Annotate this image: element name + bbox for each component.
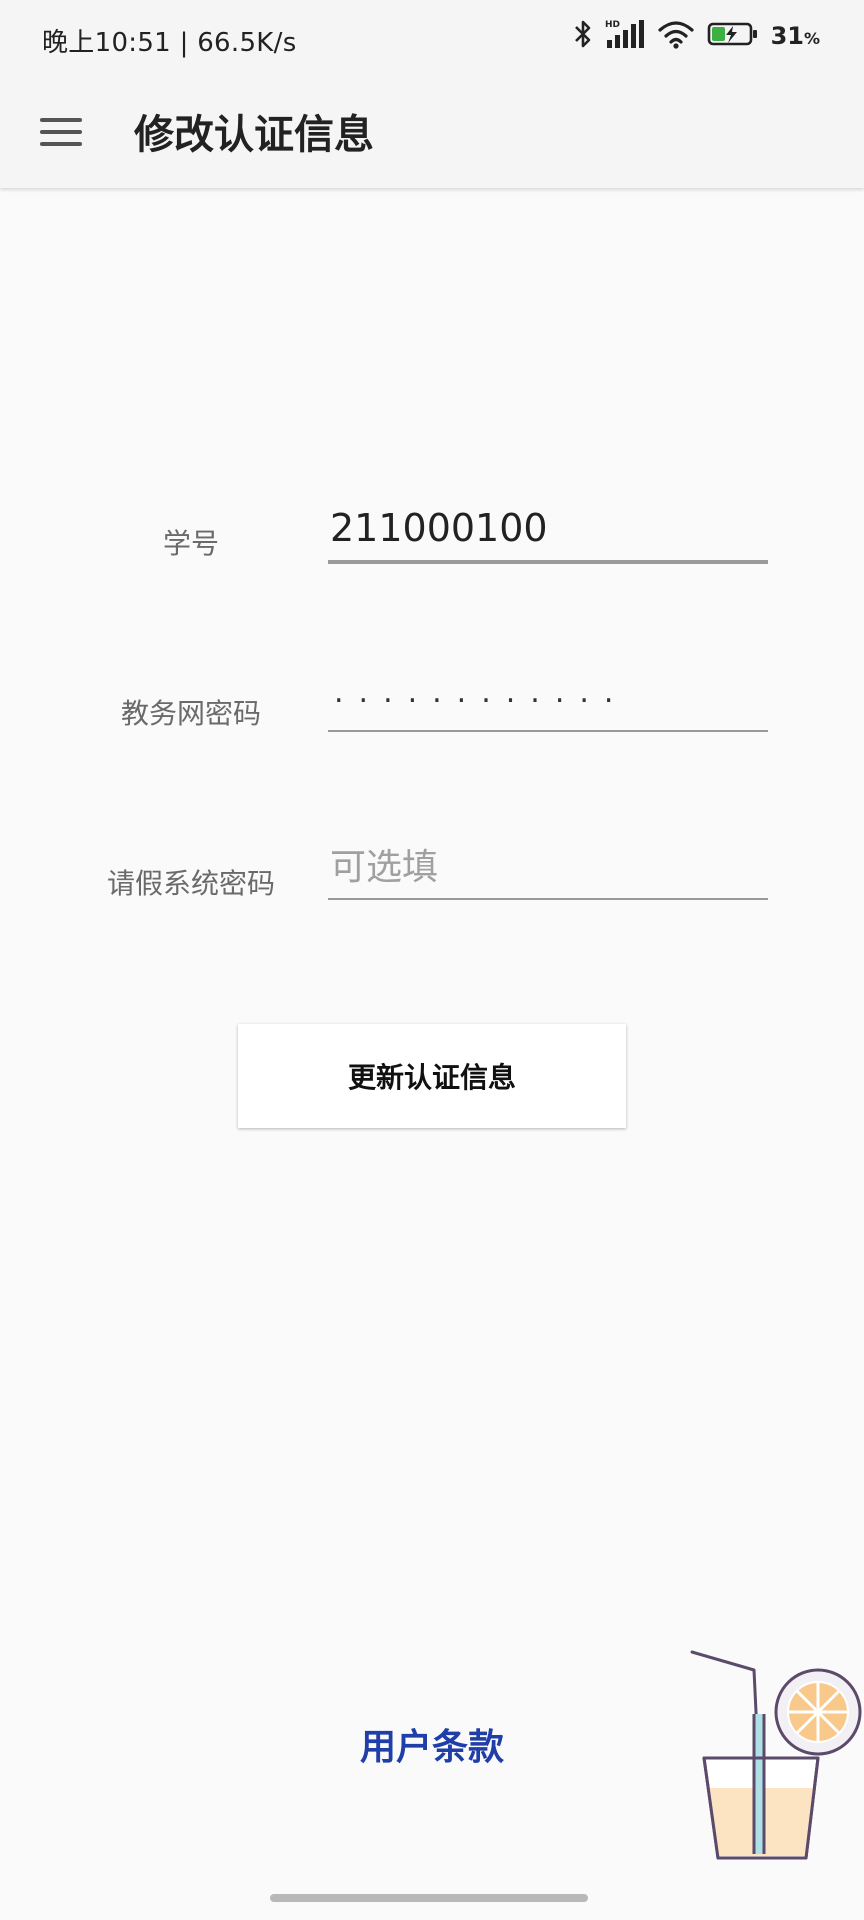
academic-password-label: 教务网密码 (120, 697, 261, 730)
battery-percent: 31% (771, 22, 820, 50)
leave-password-placeholder: 可选填 (330, 847, 439, 888)
student-id-row: 学号 211000100 (0, 496, 864, 576)
leave-password-input[interactable]: 可选填 (328, 834, 768, 900)
leave-password-label: 请假系统密码 (106, 867, 275, 900)
bluetooth-icon (573, 18, 593, 54)
battery-percent-value: 31 (770, 22, 804, 50)
academic-password-input[interactable]: ............ (328, 666, 768, 732)
svg-text:HD: HD (605, 20, 620, 30)
status-bar: 晚上10:51 | 66.5K/s HD 31% (0, 0, 864, 78)
juice-cup-icon (686, 1646, 864, 1872)
hd-signal-icon: HD (605, 18, 645, 54)
update-auth-button[interactable]: 更新认证信息 (238, 1024, 626, 1128)
hamburger-menu-icon[interactable] (40, 112, 84, 152)
home-indicator[interactable] (270, 1894, 588, 1902)
status-icons: HD 31% (573, 18, 820, 54)
academic-password-row: 教务网密码 ............ (0, 664, 864, 744)
student-id-input[interactable]: 211000100 (328, 496, 768, 564)
student-id-label: 学号 (162, 527, 219, 560)
battery-charging-icon (707, 18, 759, 54)
page-title: 修改认证信息 (134, 112, 374, 158)
password-mask: ............ (334, 675, 629, 710)
app-bar: 修改认证信息 (0, 78, 864, 188)
battery-percent-unit: % (803, 29, 820, 48)
student-id-value: 211000100 (330, 506, 548, 550)
wifi-icon (657, 18, 695, 54)
leave-password-row: 请假系统密码 可选填 (0, 834, 864, 914)
status-time-speed: 晚上10:51 | 66.5K/s (42, 28, 297, 58)
